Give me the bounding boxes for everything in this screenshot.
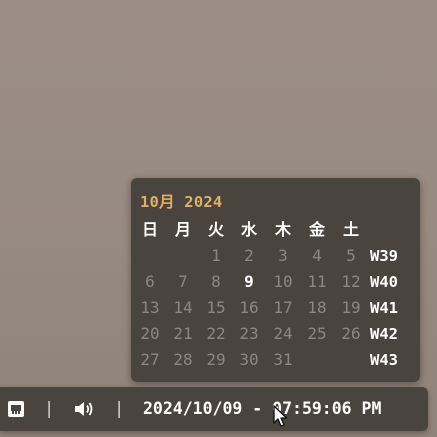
weekday-label: 金 [308, 220, 325, 239]
calendar-day[interactable]: 31 [267, 348, 300, 372]
weekday-label: 土 [342, 220, 359, 239]
calendar-day[interactable]: 21 [167, 322, 200, 346]
calendar-day[interactable]: 27 [134, 348, 167, 372]
calendar-day[interactable]: 3 [267, 244, 300, 268]
calendar-day[interactable]: 26 [335, 322, 368, 346]
calendar-day[interactable]: 28 [167, 348, 200, 372]
calendar-day[interactable]: 29 [200, 348, 233, 372]
week-number-label: W41 [370, 299, 398, 317]
taskbar-panel: | | 2024/10/09 - 07:59:06 PM [0, 387, 428, 431]
mouse-cursor-icon [273, 405, 288, 427]
calendar-day[interactable]: 25 [301, 322, 334, 346]
calendar-day[interactable]: 6 [134, 270, 167, 294]
calendar-day[interactable]: 11 [301, 270, 334, 294]
calendar-day[interactable]: 17 [267, 296, 300, 320]
calendar-day[interactable]: 16 [233, 296, 266, 320]
calendar-day[interactable]: 4 [301, 244, 334, 268]
weekday-label: 木 [274, 220, 291, 239]
calendar-day[interactable]: 20 [134, 322, 167, 346]
calendar-month-header: 10月 2024 [140, 193, 223, 211]
calendar-day[interactable]: 22 [200, 322, 233, 346]
clock-datetime[interactable]: 2024/10/09 - 07:59:06 PM [143, 398, 381, 420]
calendar-day[interactable]: 12 [335, 270, 368, 294]
weekday-label: 水 [240, 220, 257, 239]
calendar-day[interactable]: 1 [200, 244, 233, 268]
calendar-day[interactable]: 24 [267, 322, 300, 346]
calendar-day-today[interactable]: 9 [233, 270, 266, 294]
calendar-day[interactable]: 8 [200, 270, 233, 294]
calendar-day[interactable]: 19 [335, 296, 368, 320]
calendar-day[interactable]: 7 [167, 270, 200, 294]
calendar-day[interactable]: 18 [301, 296, 334, 320]
network-icon[interactable] [7, 400, 25, 418]
panel-separator: | [44, 399, 55, 419]
calendar-day[interactable]: 10 [267, 270, 300, 294]
weekday-label: 月 [174, 220, 191, 239]
calendar-day[interactable]: 13 [134, 296, 167, 320]
weekday-label: 日 [141, 220, 158, 239]
week-number-label: W42 [370, 325, 398, 343]
calendar-day[interactable]: 30 [233, 348, 266, 372]
calendar-day[interactable]: 5 [335, 244, 368, 268]
weekday-label: 火 [207, 220, 224, 239]
week-number-label: W40 [370, 273, 398, 291]
calendar-popup: 10月 2024 日月火水木金土 1 2 3 4 5 W39 6 7 8 9 10 11 12 W40 13 1… [131, 178, 420, 382]
volume-icon[interactable] [73, 399, 95, 419]
week-number-label: W43 [370, 351, 398, 369]
calendar-day[interactable]: 15 [200, 296, 233, 320]
panel-separator: | [114, 399, 125, 419]
calendar-day[interactable]: 2 [233, 244, 266, 268]
calendar-day[interactable]: 14 [167, 296, 200, 320]
calendar-day[interactable]: 23 [233, 322, 266, 346]
week-number-label: W39 [370, 247, 398, 265]
